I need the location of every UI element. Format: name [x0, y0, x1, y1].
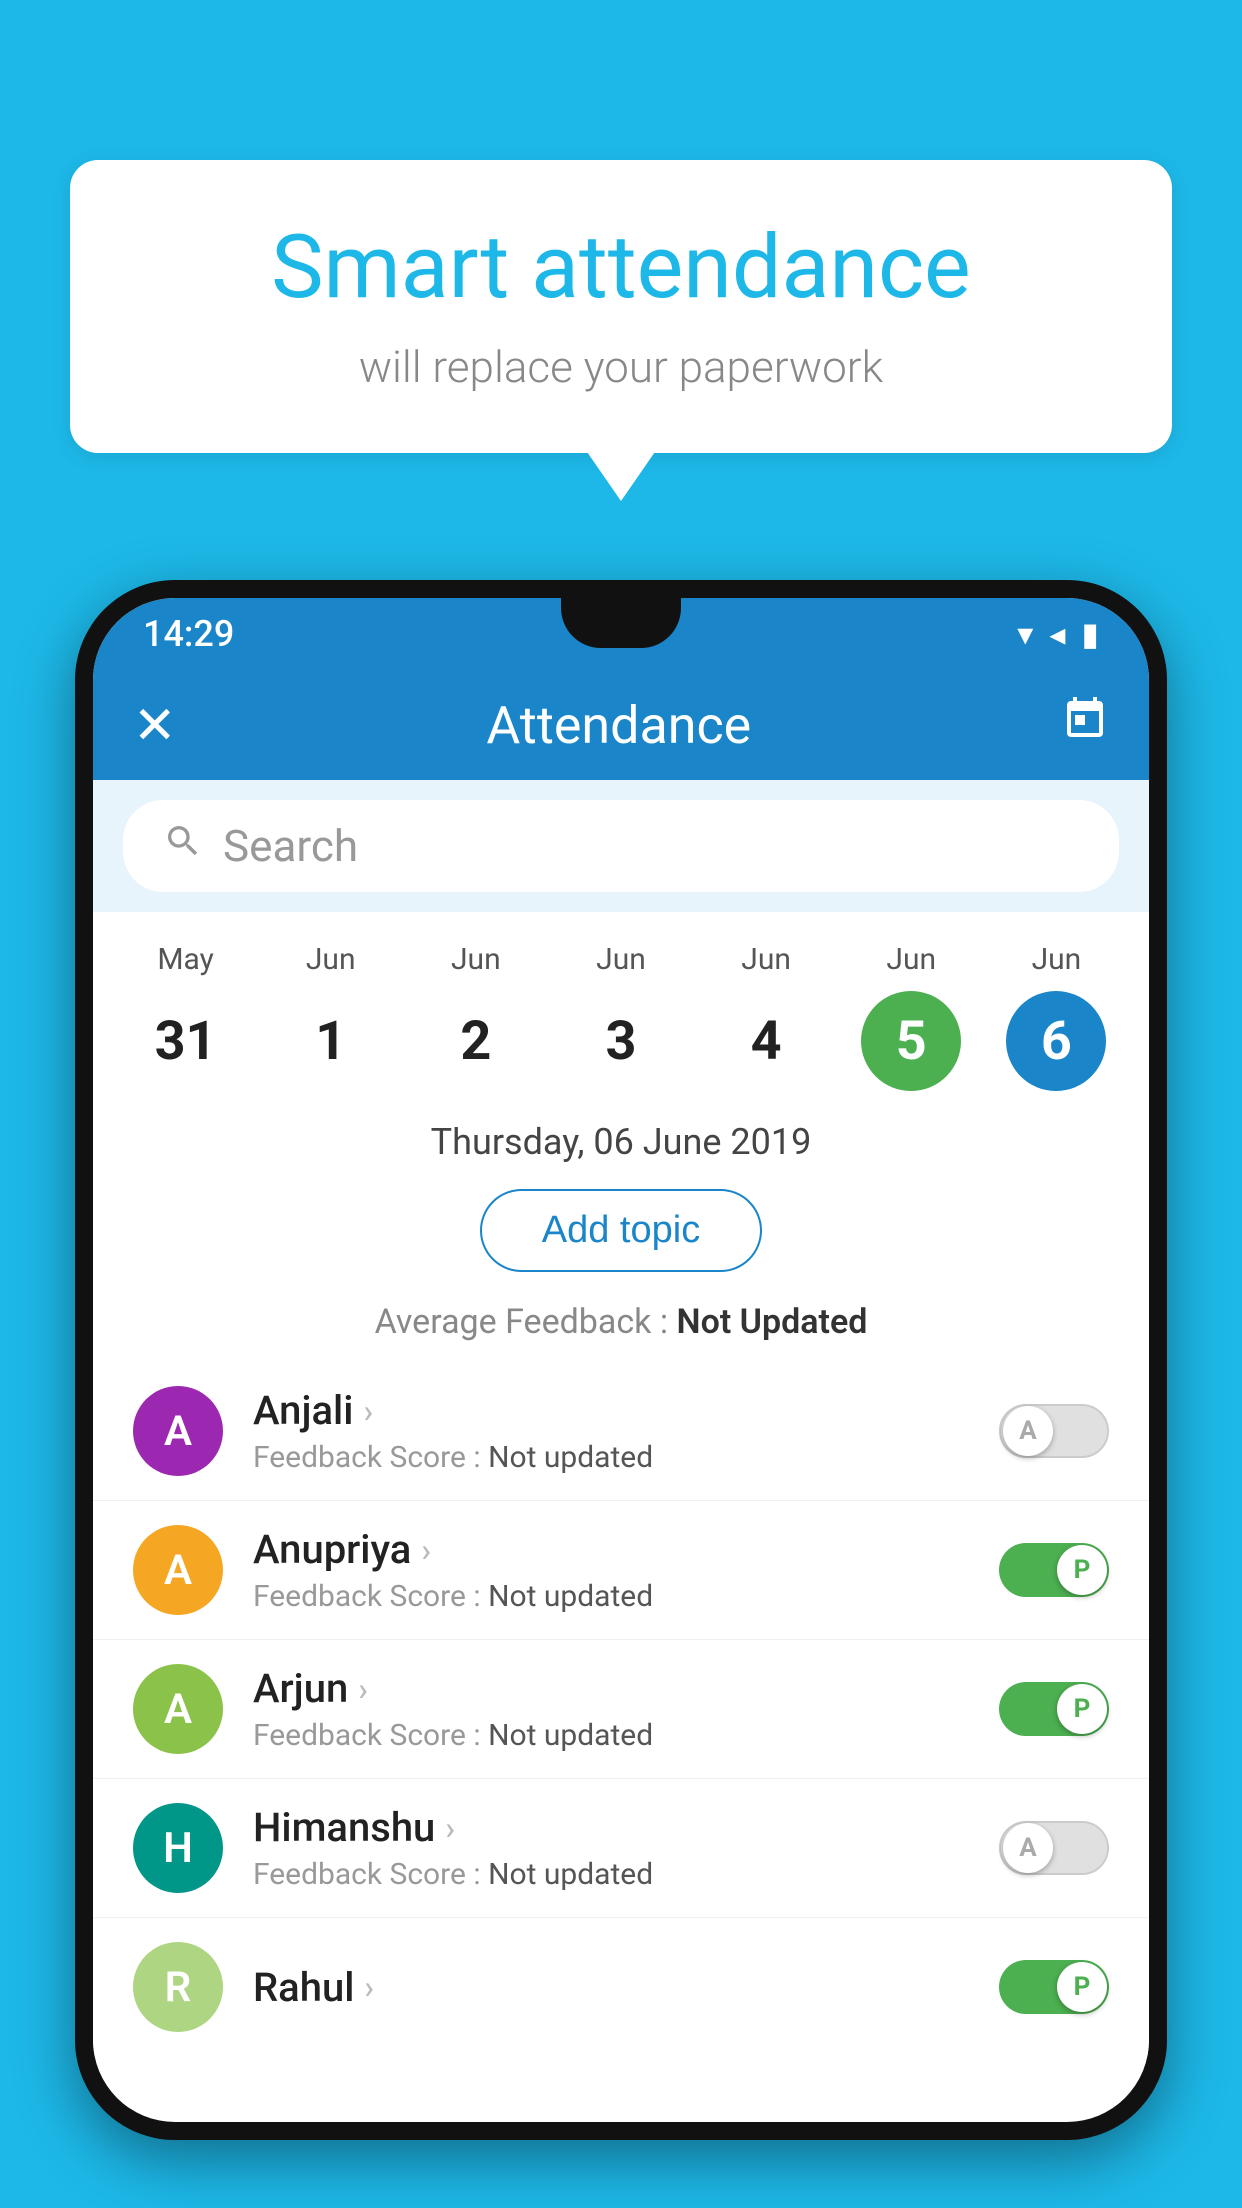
bubble-subtitle: will replace your paperwork: [150, 341, 1092, 393]
toggle-knob: P: [1057, 1962, 1107, 2012]
student-row[interactable]: A Anjali › Feedback Score : Not updated …: [93, 1362, 1149, 1501]
student-info: Anjali › Feedback Score : Not updated: [253, 1387, 969, 1475]
status-time: 14:29: [143, 613, 234, 655]
cal-date-3: 3: [571, 991, 671, 1091]
add-topic-container: Add topic: [93, 1179, 1149, 1292]
toggle-container[interactable]: A: [999, 1404, 1109, 1458]
cal-date-1: 1: [281, 991, 381, 1091]
avatar: A: [133, 1386, 223, 1476]
cal-month-2: Jun: [451, 942, 501, 977]
calendar-day-3[interactable]: Jun 3: [561, 942, 681, 1091]
avg-feedback-value: Not Updated: [677, 1302, 868, 1342]
feedback-score: Feedback Score : Not updated: [253, 1579, 969, 1614]
calendar-day-2[interactable]: Jun 2: [416, 942, 536, 1091]
calendar-strip: May 31 Jun 1 Jun 2 Jun 3 Jun 4: [93, 912, 1149, 1101]
average-feedback: Average Feedback : Not Updated: [93, 1292, 1149, 1362]
cal-date-6: 6: [1006, 991, 1106, 1091]
wifi-icon: ▾: [1017, 615, 1033, 653]
cal-date-4: 4: [716, 991, 816, 1091]
cal-date-5: 5: [861, 991, 961, 1091]
student-name: Himanshu ›: [253, 1804, 969, 1851]
chevron-right-icon: ›: [421, 1531, 431, 1569]
student-name: Arjun ›: [253, 1665, 969, 1712]
avatar: A: [133, 1525, 223, 1615]
toggle-knob: P: [1057, 1684, 1107, 1734]
cal-month-4: Jun: [741, 942, 791, 977]
attendance-toggle[interactable]: P: [999, 1960, 1109, 2014]
phone-frame: 14:29 ▾ ◂ ▮ ✕ Attendance: [75, 580, 1167, 2140]
student-name: Anupriya ›: [253, 1526, 969, 1573]
phone-container: 14:29 ▾ ◂ ▮ ✕ Attendance: [75, 580, 1167, 2208]
avatar: A: [133, 1664, 223, 1754]
avg-feedback-label: Average Feedback :: [375, 1302, 677, 1342]
calendar-day-5[interactable]: Jun 5: [851, 942, 971, 1091]
battery-icon: ▮: [1081, 615, 1099, 653]
cal-month-5: Jun: [886, 942, 936, 977]
cal-month-0: May: [157, 942, 213, 977]
speech-bubble: Smart attendance will replace your paper…: [70, 160, 1172, 453]
student-info: Arjun › Feedback Score : Not updated: [253, 1665, 969, 1753]
close-button[interactable]: ✕: [133, 695, 177, 756]
avatar: H: [133, 1803, 223, 1893]
attendance-toggle[interactable]: A: [999, 1821, 1109, 1875]
chevron-right-icon: ›: [445, 1809, 455, 1847]
student-row[interactable]: A Arjun › Feedback Score : Not updated P: [93, 1640, 1149, 1779]
feedback-score: Feedback Score : Not updated: [253, 1857, 969, 1892]
toggle-container[interactable]: P: [999, 1682, 1109, 1736]
cal-date-0: 31: [136, 991, 236, 1091]
toggle-container[interactable]: A: [999, 1821, 1109, 1875]
chevron-right-icon: ›: [358, 1670, 368, 1708]
student-row[interactable]: R Rahul › P: [93, 1918, 1149, 2056]
calendar-button[interactable]: [1061, 695, 1109, 755]
toggle-knob: A: [1003, 1406, 1053, 1456]
toggle-knob: A: [1003, 1823, 1053, 1873]
chevron-right-icon: ›: [364, 1968, 374, 2006]
avatar: R: [133, 1942, 223, 2032]
app-bar: ✕ Attendance: [93, 670, 1149, 780]
cal-month-6: Jun: [1032, 942, 1082, 977]
student-row[interactable]: A Anupriya › Feedback Score : Not update…: [93, 1501, 1149, 1640]
search-container: Search: [93, 780, 1149, 912]
bubble-title: Smart attendance: [150, 220, 1092, 317]
selected-date-text: Thursday, 06 June 2019: [93, 1101, 1149, 1179]
calendar-day-0[interactable]: May 31: [126, 942, 246, 1091]
chevron-right-icon: ›: [363, 1392, 373, 1430]
cal-month-1: Jun: [306, 942, 356, 977]
toggle-container[interactable]: P: [999, 1543, 1109, 1597]
student-info: Rahul ›: [253, 1964, 969, 2011]
toggle-knob: P: [1057, 1545, 1107, 1595]
student-name: Rahul ›: [253, 1964, 969, 2011]
phone-notch: [561, 598, 681, 648]
search-bar[interactable]: Search: [123, 800, 1119, 892]
search-placeholder: Search: [223, 820, 358, 872]
student-row[interactable]: H Himanshu › Feedback Score : Not update…: [93, 1779, 1149, 1918]
student-name: Anjali ›: [253, 1387, 969, 1434]
feedback-score: Feedback Score : Not updated: [253, 1718, 969, 1753]
attendance-toggle[interactable]: P: [999, 1543, 1109, 1597]
status-icons: ▾ ◂ ▮: [1017, 615, 1099, 653]
signal-icon: ◂: [1049, 615, 1065, 653]
toggle-container[interactable]: P: [999, 1960, 1109, 2014]
student-info: Himanshu › Feedback Score : Not updated: [253, 1804, 969, 1892]
add-topic-button[interactable]: Add topic: [480, 1189, 762, 1272]
cal-date-2: 2: [426, 991, 526, 1091]
app-bar-title: Attendance: [177, 695, 1061, 756]
attendance-toggle[interactable]: P: [999, 1682, 1109, 1736]
phone-screen: 14:29 ▾ ◂ ▮ ✕ Attendance: [93, 598, 1149, 2122]
calendar-day-4[interactable]: Jun 4: [706, 942, 826, 1091]
feedback-score: Feedback Score : Not updated: [253, 1440, 969, 1475]
calendar-day-6[interactable]: Jun 6: [996, 942, 1116, 1091]
speech-bubble-container: Smart attendance will replace your paper…: [70, 160, 1172, 453]
cal-month-3: Jun: [596, 942, 646, 977]
search-icon: [163, 821, 203, 871]
calendar-day-1[interactable]: Jun 1: [271, 942, 391, 1091]
student-info: Anupriya › Feedback Score : Not updated: [253, 1526, 969, 1614]
attendance-toggle[interactable]: A: [999, 1404, 1109, 1458]
student-list: A Anjali › Feedback Score : Not updated …: [93, 1362, 1149, 2056]
